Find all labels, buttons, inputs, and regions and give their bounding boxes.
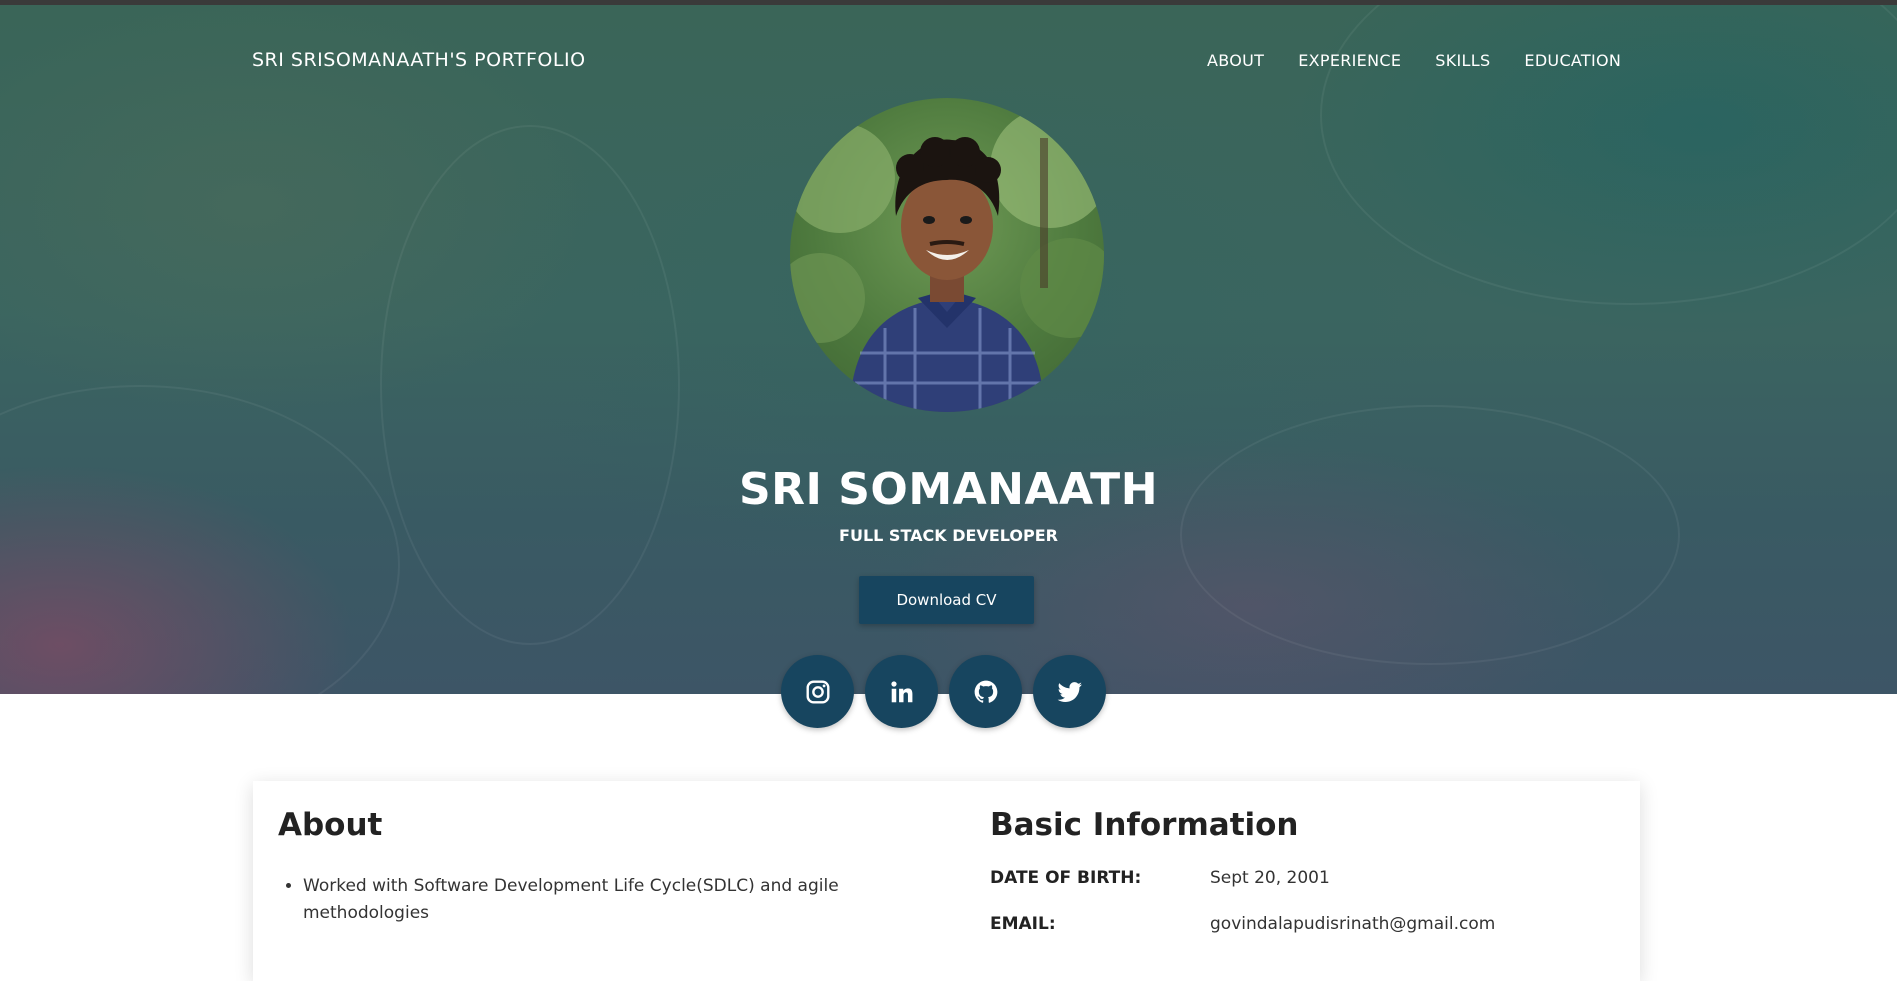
info-label: EMAIL: <box>990 914 1056 934</box>
twitter-button[interactable] <box>1033 655 1106 728</box>
basic-info-heading: Basic Information <box>990 807 1299 843</box>
about-list-item: Worked with Software Development Life Cy… <box>303 873 918 927</box>
about-heading: About <box>278 807 383 843</box>
nav-skills[interactable]: SKILLS <box>1435 51 1490 70</box>
hero-role: FULL STACK DEVELOPER <box>839 526 1058 545</box>
info-value: Sept 20, 2001 <box>1210 868 1330 888</box>
nav-experience[interactable]: EXPERIENCE <box>1298 51 1401 70</box>
about-list: Worked with Software Development Life Cy… <box>278 873 918 927</box>
person-illustration <box>790 108 1104 412</box>
social-links <box>781 655 1106 728</box>
about-card: About Worked with Software Development L… <box>253 781 1640 981</box>
github-button[interactable] <box>949 655 1022 728</box>
info-row-dob: DATE OF BIRTH: Sept 20, 2001 <box>990 868 1330 888</box>
hero-name: SRI SOMANAATH <box>738 464 1159 515</box>
download-cv-button[interactable]: Download CV <box>859 576 1034 624</box>
twitter-icon <box>1057 681 1082 702</box>
instagram-icon <box>806 680 829 703</box>
main-nav: ABOUT EXPERIENCE SKILLS EDUCATION <box>1207 51 1621 70</box>
nav-education[interactable]: EDUCATION <box>1524 51 1621 70</box>
info-row-email: EMAIL: govindalapudisrinath@gmail.com <box>990 914 1495 934</box>
instagram-button[interactable] <box>781 655 854 728</box>
hero-section: SRI SRISOMANAATH'S PORTFOLIO ABOUT EXPER… <box>0 5 1897 694</box>
linkedin-icon <box>890 680 912 702</box>
info-label: DATE OF BIRTH: <box>990 868 1142 888</box>
background-swirl <box>1320 5 1897 305</box>
profile-photo <box>790 98 1104 412</box>
info-value[interactable]: govindalapudisrinath@gmail.com <box>1210 914 1495 934</box>
github-icon <box>974 680 997 703</box>
background-swirl <box>380 125 680 645</box>
site-brand[interactable]: SRI SRISOMANAATH'S PORTFOLIO <box>252 49 586 71</box>
nav-about[interactable]: ABOUT <box>1207 51 1264 70</box>
linkedin-button[interactable] <box>865 655 938 728</box>
